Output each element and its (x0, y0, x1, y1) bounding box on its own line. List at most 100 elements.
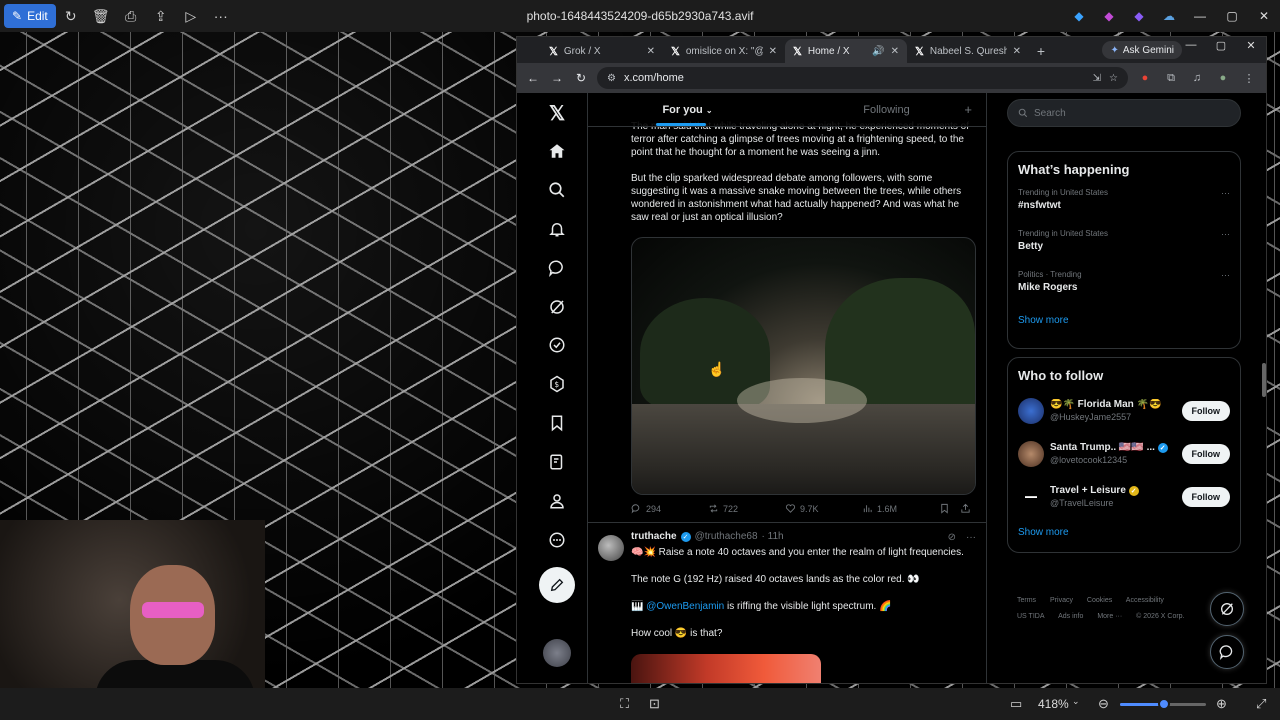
tab-for-you[interactable]: For you ⌄ (588, 93, 787, 126)
avatar[interactable] (598, 535, 624, 561)
bookmark-button[interactable] (939, 503, 957, 514)
footer-link[interactable]: Cookies (1087, 597, 1112, 604)
explore-search-icon[interactable] (543, 176, 571, 204)
footer-link[interactable]: Privacy (1050, 597, 1073, 604)
new-tab-button[interactable]: + (1029, 39, 1053, 63)
follow-suggestion[interactable]: ▬▬ Travel + Leisure ✓ @TravelLeisure Fol… (1008, 475, 1240, 518)
more-icon[interactable]: ··· (206, 4, 236, 28)
suggestion-name[interactable]: Santa Trump.. 🇺🇸🇺🇸 ... ✓ (1050, 442, 1176, 453)
follow-suggestion[interactable]: Santa Trump.. 🇺🇸🇺🇸 ... ✓ @lovetocook1234… (1008, 432, 1240, 475)
avatar[interactable] (1018, 397, 1044, 424)
ask-gemini-button[interactable]: ✦ Ask Gemini (1102, 41, 1182, 59)
follow-button[interactable]: Follow (1181, 400, 1230, 421)
home-icon[interactable] (543, 137, 571, 165)
zoom-level[interactable]: 418% (1038, 697, 1069, 711)
show-more-link[interactable]: Show more (1008, 518, 1240, 550)
close-tab-icon[interactable]: ✕ (647, 46, 655, 57)
footer-link[interactable]: US TIDA (1017, 613, 1045, 620)
forward-icon[interactable]: → (549, 71, 565, 85)
zoom-slider-thumb[interactable] (1157, 698, 1170, 710)
tweet-time[interactable]: · 11h (762, 531, 784, 542)
like-button[interactable]: 9.7K (785, 503, 862, 514)
zoom-out-icon[interactable]: ⊖ (1098, 696, 1109, 712)
trend-item[interactable]: Trending in United States Betty ··· (1008, 224, 1240, 265)
tweet-image[interactable] (631, 654, 821, 683)
minimize-icon[interactable]: — (1184, 9, 1216, 23)
bookmarks-icon[interactable] (543, 409, 571, 437)
close-tab-icon[interactable]: ✕ (1013, 46, 1021, 57)
extension-icon[interactable]: ● (1136, 72, 1154, 84)
trend-item[interactable]: Politics · Trending Mike Rogers ··· (1008, 265, 1240, 306)
tweet-video[interactable] (631, 237, 976, 495)
back-icon[interactable]: ← (525, 71, 541, 85)
messages-icon[interactable] (543, 254, 571, 282)
reply-button[interactable]: 294 (631, 503, 708, 514)
maximize-icon[interactable]: ▢ (1216, 9, 1248, 23)
tab-following[interactable]: Following (787, 93, 986, 126)
footer-link[interactable]: Ads info (1058, 613, 1083, 620)
zoom-in-icon[interactable]: ⊕ (1216, 696, 1227, 712)
tab-grok[interactable]: 𝕏 Grok / X ✕ (541, 39, 663, 63)
tweet[interactable]: truthache ✓ @truthache68 · 11h ⊘ ··· 🧠💥 … (588, 523, 986, 683)
add-tab-icon[interactable]: + (964, 102, 972, 117)
edit-button[interactable]: ✎ Edit (4, 4, 56, 28)
text-extract-icon[interactable]: ⊡ (649, 696, 660, 712)
verified-orgs-icon[interactable] (543, 331, 571, 359)
maximize-icon[interactable]: ▢ (1206, 39, 1236, 52)
more-options-icon[interactable]: ··· (966, 532, 976, 543)
more-options-icon[interactable]: ··· (1221, 188, 1230, 198)
articles-icon[interactable] (543, 448, 571, 476)
tab-omislice[interactable]: 𝕏 omislice on X: "@Kot ✕ (663, 39, 785, 63)
views-button[interactable]: 1.6M (862, 503, 939, 514)
grok-icon[interactable] (543, 293, 571, 321)
tray-app-icon[interactable]: ◆ (1094, 9, 1124, 23)
menu-icon[interactable]: ⋮ (1240, 72, 1258, 85)
install-icon[interactable]: ⇲ (1093, 73, 1101, 84)
zoom-dropdown-icon[interactable]: ⌄ (1072, 696, 1080, 707)
grok-icon[interactable]: ⊘ (948, 532, 956, 543)
profile-icon[interactable]: ● (1214, 72, 1232, 84)
compose-post-button[interactable] (539, 567, 575, 603)
suggestion-name[interactable]: Travel + Leisure ✓ (1050, 485, 1176, 496)
close-icon[interactable]: ✕ (1248, 9, 1280, 23)
follow-suggestion[interactable]: 😎🌴 Florida Man 🌴😎 @HuskeyJame2557 Follow (1008, 389, 1240, 432)
slideshow-icon[interactable]: ▷ (176, 4, 206, 28)
grok-float-button[interactable] (1210, 592, 1244, 626)
more-options-icon[interactable]: ··· (1221, 229, 1230, 239)
share-icon[interactable]: ⇪ (146, 4, 176, 28)
suggestion-name[interactable]: 😎🌴 Florida Man 🌴😎 (1050, 399, 1176, 410)
bookmark-star-icon[interactable]: ☆ (1109, 73, 1118, 84)
tray-app-icon[interactable]: ◆ (1124, 9, 1154, 23)
footer-link[interactable]: More ··· (1097, 613, 1122, 620)
account-avatar[interactable] (543, 639, 571, 667)
audio-icon[interactable]: 🔊 (872, 46, 884, 57)
tab-nabeel[interactable]: 𝕏 Nabeel S. Qureshi on ✕ (907, 39, 1029, 63)
share-button[interactable] (960, 503, 978, 514)
footer-link[interactable]: Accessibility (1126, 597, 1164, 604)
repost-button[interactable]: 722 (708, 503, 785, 514)
fullscreen-icon[interactable]: ⤢ (1256, 696, 1266, 712)
trend-item[interactable]: Trending in United States #nsfwtwt ··· (1008, 183, 1240, 224)
actual-size-icon[interactable]: ▭ (1010, 696, 1022, 712)
follow-button[interactable]: Follow (1181, 443, 1230, 464)
show-more-link[interactable]: Show more (1008, 306, 1240, 338)
footer-link[interactable]: Terms (1017, 597, 1036, 604)
notifications-bell-icon[interactable] (543, 215, 571, 243)
avatar[interactable] (1018, 440, 1044, 467)
avatar[interactable]: ▬▬ (1018, 483, 1044, 510)
media-controls-icon[interactable]: ♫ (1188, 72, 1206, 84)
mention-link[interactable]: @OwenBenjamin (646, 601, 724, 612)
premium-icon[interactable]: $ (543, 370, 571, 398)
zoom-slider[interactable] (1120, 698, 1206, 710)
print-icon[interactable]: ⎙ (116, 4, 146, 28)
more-circle-icon[interactable] (543, 526, 571, 554)
author-name[interactable]: truthache (631, 531, 677, 542)
close-icon[interactable]: ✕ (1236, 39, 1266, 52)
messages-float-button[interactable] (1210, 635, 1244, 669)
profile-nav-icon[interactable] (543, 487, 571, 515)
extensions-puzzle-icon[interactable]: ⧉ (1162, 72, 1180, 85)
more-options-icon[interactable]: ··· (1221, 270, 1230, 280)
close-tab-icon[interactable]: ✕ (769, 46, 777, 57)
rotate-icon[interactable]: ↻ (56, 4, 86, 28)
tray-app-icon[interactable]: ◆ (1064, 9, 1094, 23)
